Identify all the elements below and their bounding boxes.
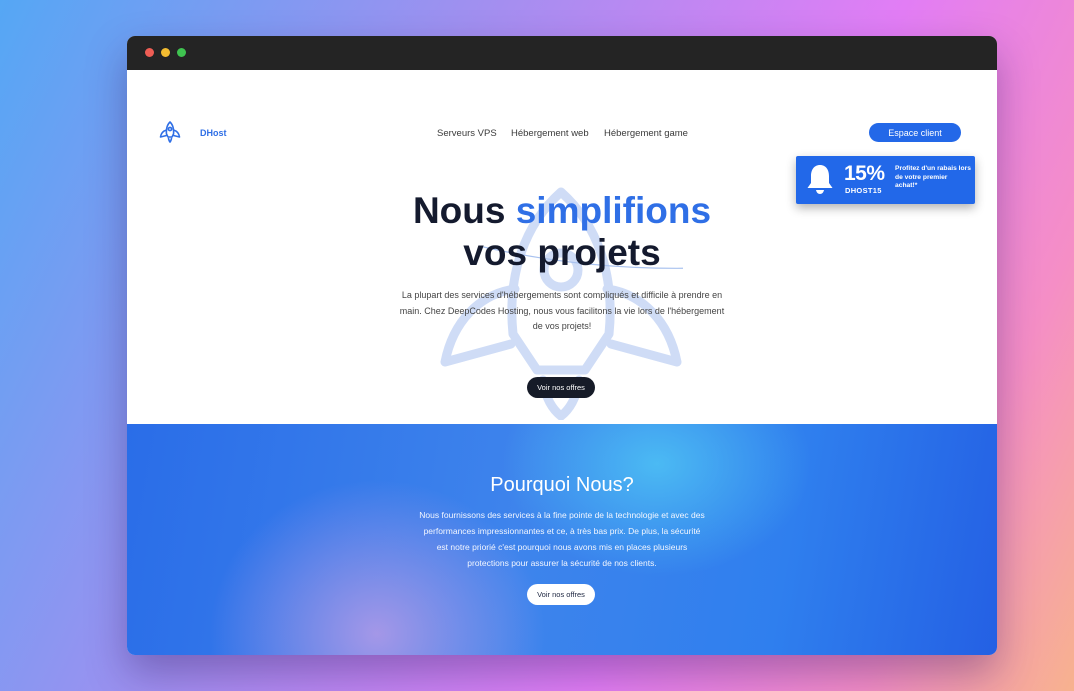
why-us-offers-button[interactable]: Voir nos offres [527,584,595,605]
hero-title-part1: Nous [412,190,506,231]
window-titlebar [127,36,997,70]
close-window-button[interactable] [145,48,154,57]
nav-item-hebergement-web[interactable]: Hébergement web [511,128,589,139]
maximize-window-button[interactable] [177,48,186,57]
hero-title-accent: simplifions [515,190,712,231]
hero-offers-button[interactable]: Voir nos offres [527,377,595,398]
hero-section: DHost Serveurs VPS Hébergement web Héber… [127,70,997,424]
minimize-window-button[interactable] [161,48,170,57]
nav-item-hebergement-game[interactable]: Hébergement game [604,128,688,139]
browser-window: DHost Serveurs VPS Hébergement web Héber… [127,36,997,655]
promo-percent: 15% [844,162,885,185]
why-us-section: Pourquoi Nous? Nous fournissons des serv… [127,424,997,655]
hero-title: Nous simplifions vos projets [127,190,997,274]
why-us-description: Nous fournissons des services à la fine … [419,510,705,568]
promo-description: Profitez d'un rabais lors de votre premi… [895,165,971,189]
hero-description: La plupart des services d'hébergements s… [399,290,725,331]
why-us-title: Pourquoi Nous? [490,474,634,496]
brand-name[interactable]: DHost [200,128,227,138]
nav-item-serveurs-vps[interactable]: Serveurs VPS [437,128,497,139]
client-area-button[interactable]: Espace client [869,123,961,142]
hero-title-part2: vos projets [463,232,661,273]
rocket-icon[interactable] [158,120,182,144]
